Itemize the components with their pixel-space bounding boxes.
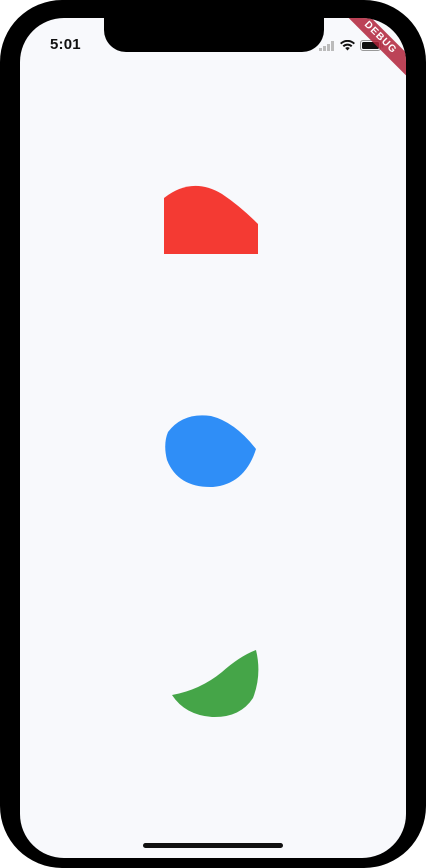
device-frame: 5:01 DEBUG bbox=[0, 0, 426, 868]
blue-morph-shape bbox=[165, 415, 256, 488]
green-morph-shape bbox=[172, 650, 259, 718]
signal-icon bbox=[319, 38, 335, 56]
wifi-icon bbox=[340, 38, 355, 56]
app-screen: 5:01 DEBUG bbox=[20, 18, 406, 858]
device-notch bbox=[104, 18, 324, 52]
status-time: 5:01 bbox=[50, 36, 81, 53]
home-indicator bbox=[143, 843, 283, 848]
red-morph-shape bbox=[164, 185, 258, 254]
